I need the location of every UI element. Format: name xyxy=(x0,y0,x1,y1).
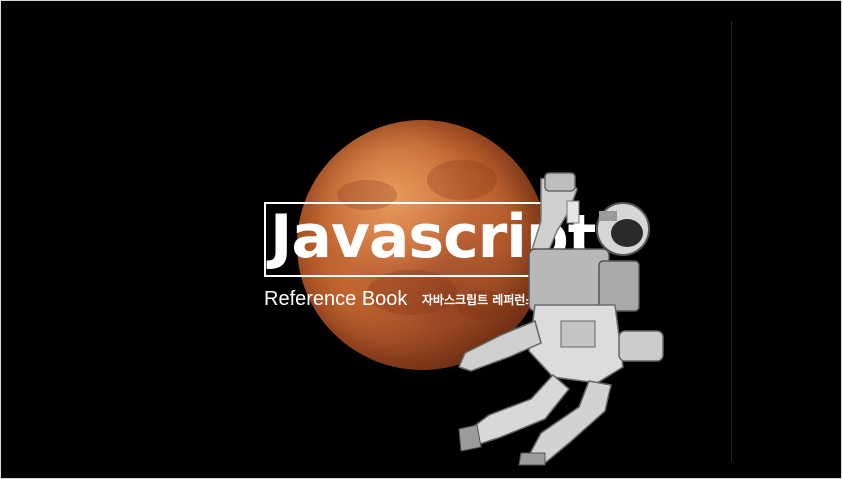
astronaut-image xyxy=(457,172,664,466)
astronaut-backpack xyxy=(528,248,640,312)
astronaut-left-arm xyxy=(457,319,542,372)
astronaut-helmet xyxy=(596,202,650,256)
astronaut-torso xyxy=(528,304,664,384)
astronaut-arm-raised xyxy=(530,172,580,260)
content-edge-divider xyxy=(731,21,732,461)
hero-slide: Javascript Reference Book 자바스크립트 레퍼런스 북 xyxy=(0,0,842,479)
subtitle-english: Reference Book xyxy=(264,288,408,310)
